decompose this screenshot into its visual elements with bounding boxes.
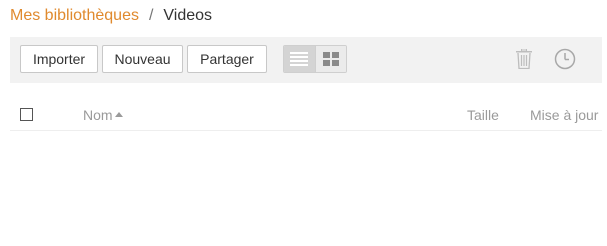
list-view-button[interactable] <box>284 46 315 72</box>
toolbar: Importer Nouveau Partager <box>10 37 602 83</box>
breadcrumb: Mes bibliothèques / Videos <box>10 5 212 27</box>
column-header-updated[interactable]: Mise à jour <box>530 107 598 123</box>
share-button[interactable]: Partager <box>187 45 267 73</box>
trash-icon <box>516 49 532 69</box>
column-header-size[interactable]: Taille <box>467 107 499 123</box>
list-view-icon <box>290 52 309 66</box>
select-all-checkbox[interactable] <box>20 108 33 121</box>
column-header-name[interactable]: Nom <box>83 107 113 123</box>
sort-ascending-icon <box>115 112 123 117</box>
grid-view-icon <box>322 52 339 66</box>
grid-view-button[interactable] <box>314 46 346 72</box>
breadcrumb-current: Videos <box>163 7 213 24</box>
history-clock-icon <box>554 48 576 70</box>
breadcrumb-separator: / <box>148 7 154 24</box>
new-button[interactable]: Nouveau <box>102 45 183 73</box>
view-mode-toggle <box>283 45 347 73</box>
history-button[interactable] <box>553 47 577 71</box>
delete-button[interactable] <box>512 47 536 71</box>
table-header: Nom Taille Mise à jour <box>10 100 602 131</box>
import-button[interactable]: Importer <box>20 45 98 73</box>
breadcrumb-libraries-link[interactable]: Mes bibliothèques <box>10 7 139 25</box>
